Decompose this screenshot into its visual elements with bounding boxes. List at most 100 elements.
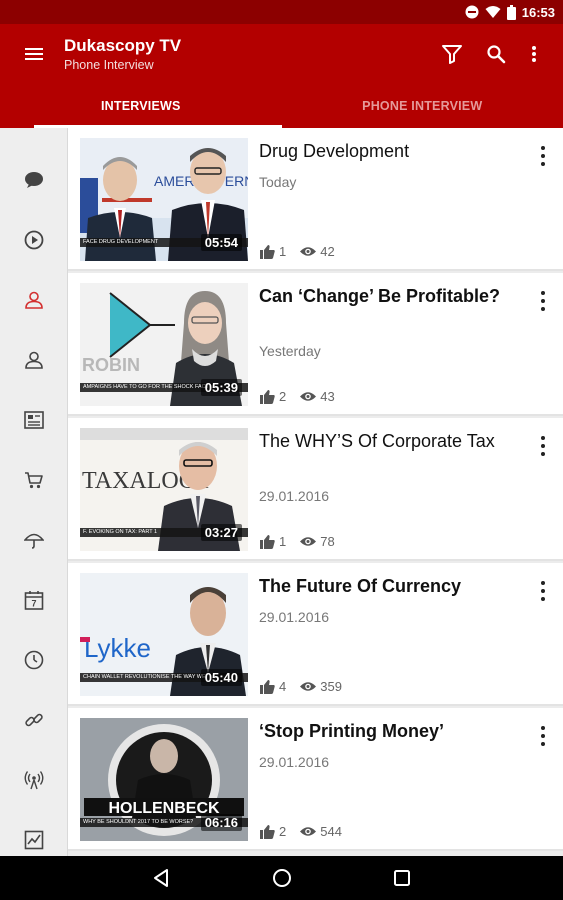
card-more-button[interactable] (537, 291, 549, 311)
system-nav-bar (0, 856, 563, 900)
video-thumbnail[interactable]: Lykke CHAIN WALLET REVOLUTIONISE THE WAY… (80, 573, 248, 696)
umbrella-icon (24, 533, 44, 549)
card-more-button[interactable] (537, 146, 549, 166)
rail-item-chart[interactable] (0, 820, 68, 860)
broadcast-icon (24, 771, 44, 790)
rail-item-broadcast[interactable] (0, 760, 68, 800)
thumbs-up-icon (260, 824, 275, 839)
eye-icon (300, 392, 317, 401)
video-title[interactable]: The Future Of Currency (259, 575, 519, 598)
video-duration: 05:54 (200, 234, 242, 251)
tab-bar: INTERVIEWS PHONE INTERVIEW (0, 84, 563, 128)
video-duration: 05:39 (200, 379, 242, 396)
thumbnail-caption: ROBIN (82, 355, 140, 375)
hamburger-menu-icon[interactable] (22, 42, 46, 66)
video-date: 29.01.2016 (259, 488, 330, 504)
video-date: 29.01.2016 (259, 609, 330, 625)
view-count: 359 (320, 679, 342, 694)
dnd-icon (465, 5, 479, 19)
video-title[interactable]: Drug Development (259, 140, 519, 163)
thumbs-up-icon (260, 244, 275, 259)
thumbnail-caption: Lykke (84, 633, 151, 663)
thumbs-up-icon (260, 534, 275, 549)
video-card[interactable]: TAXALOGY F. EVOKING ON TAX: PART 1 03:27… (68, 418, 563, 561)
like-stat[interactable]: 2 (260, 389, 286, 404)
video-thumbnail[interactable]: TAXALOGY F. EVOKING ON TAX: PART 1 03:27 (80, 428, 248, 551)
video-card[interactable]: AMERI INTERN FACE DRUG DEVELOPMENT 05:54… (68, 128, 563, 271)
rail-item-person-active[interactable] (0, 280, 68, 320)
app-subtitle: Phone Interview (64, 58, 154, 72)
clock-icon (24, 650, 44, 670)
video-stats: 2 544 (260, 824, 356, 839)
video-duration: 05:40 (200, 669, 242, 686)
recents-icon[interactable] (391, 867, 413, 889)
tab-interviews[interactable]: INTERVIEWS (0, 84, 282, 128)
video-card[interactable]: HOLLENBECK WHY BE SHOULDNT 2017 TO BE WO… (68, 708, 563, 851)
rail-item-calendar[interactable]: 7 (0, 580, 68, 620)
calendar-icon: 7 (24, 591, 44, 610)
thumbs-up-icon (260, 679, 275, 694)
view-count: 78 (320, 534, 335, 549)
video-date: 29.01.2016 (259, 754, 330, 770)
card-more-button[interactable] (537, 726, 549, 746)
search-icon[interactable] (484, 42, 508, 66)
rail-item-clock[interactable] (0, 640, 68, 680)
view-stat: 42 (300, 244, 335, 259)
video-duration: 06:16 (200, 814, 242, 831)
home-icon[interactable] (271, 867, 293, 889)
video-thumbnail[interactable]: ROBIN AMPAIGNS HAVE TO GO FOR THE SHOCK … (80, 283, 248, 406)
rail-item-chat[interactable] (0, 160, 68, 200)
video-title[interactable]: Can ‘Change’ Be Profitable? (259, 285, 519, 308)
cart-icon (25, 472, 43, 489)
video-thumbnail[interactable]: HOLLENBECK WHY BE SHOULDNT 2017 TO BE WO… (80, 718, 248, 841)
like-stat[interactable]: 4 (260, 679, 286, 694)
video-title[interactable]: ‘Stop Printing Money’ (259, 720, 519, 743)
rail-item-person[interactable] (0, 340, 68, 380)
video-stats: 2 43 (260, 389, 349, 404)
rail-item-play[interactable] (0, 220, 68, 260)
eye-icon (300, 827, 317, 836)
view-count: 42 (320, 244, 335, 259)
rail-item-umbrella[interactable] (0, 520, 68, 560)
eye-icon (300, 537, 317, 546)
video-thumbnail[interactable]: AMERI INTERN FACE DRUG DEVELOPMENT 05:54 (80, 138, 248, 261)
filter-icon[interactable] (440, 42, 464, 66)
like-count: 1 (279, 244, 287, 259)
chart-icon (24, 830, 44, 850)
person-outline-icon (25, 351, 43, 369)
thumbs-up-icon (260, 389, 275, 404)
link-icon (25, 713, 43, 727)
rail-item-link[interactable] (0, 700, 68, 740)
more-vert-icon[interactable] (522, 42, 546, 66)
view-stat: 43 (300, 389, 335, 404)
like-stat[interactable]: 1 (260, 244, 286, 259)
tab-phone-interview[interactable]: PHONE INTERVIEW (282, 84, 563, 128)
rail-item-cart[interactable] (0, 460, 68, 500)
status-icons: 16:53 (465, 3, 555, 21)
video-card[interactable]: ROBIN AMPAIGNS HAVE TO GO FOR THE SHOCK … (68, 273, 563, 416)
video-stats: 1 42 (260, 244, 349, 259)
like-stat[interactable]: 1 (260, 534, 286, 549)
card-more-button[interactable] (537, 436, 549, 456)
like-stat[interactable]: 2 (260, 824, 286, 839)
video-stats: 1 78 (260, 534, 349, 549)
back-icon[interactable] (150, 867, 172, 889)
view-stat: 544 (300, 824, 342, 839)
newspaper-icon (24, 411, 44, 429)
like-count: 1 (279, 534, 287, 549)
chat-icon (25, 172, 43, 188)
view-stat: 78 (300, 534, 335, 549)
like-count: 2 (279, 824, 287, 839)
calendar-day: 7 (31, 599, 36, 609)
person-icon (25, 291, 43, 309)
rail-item-news[interactable] (0, 400, 68, 440)
card-more-button[interactable] (537, 581, 549, 601)
clock-time: 16:53 (521, 4, 555, 20)
video-list: AMERI INTERN FACE DRUG DEVELOPMENT 05:54… (68, 128, 563, 856)
video-card[interactable]: Lykke CHAIN WALLET REVOLUTIONISE THE WAY… (68, 563, 563, 706)
eye-icon (300, 247, 317, 256)
video-title[interactable]: The WHY’S Of Corporate Tax (259, 430, 519, 453)
view-count: 43 (320, 389, 335, 404)
wifi-icon (485, 6, 501, 18)
video-duration: 03:27 (200, 524, 242, 541)
